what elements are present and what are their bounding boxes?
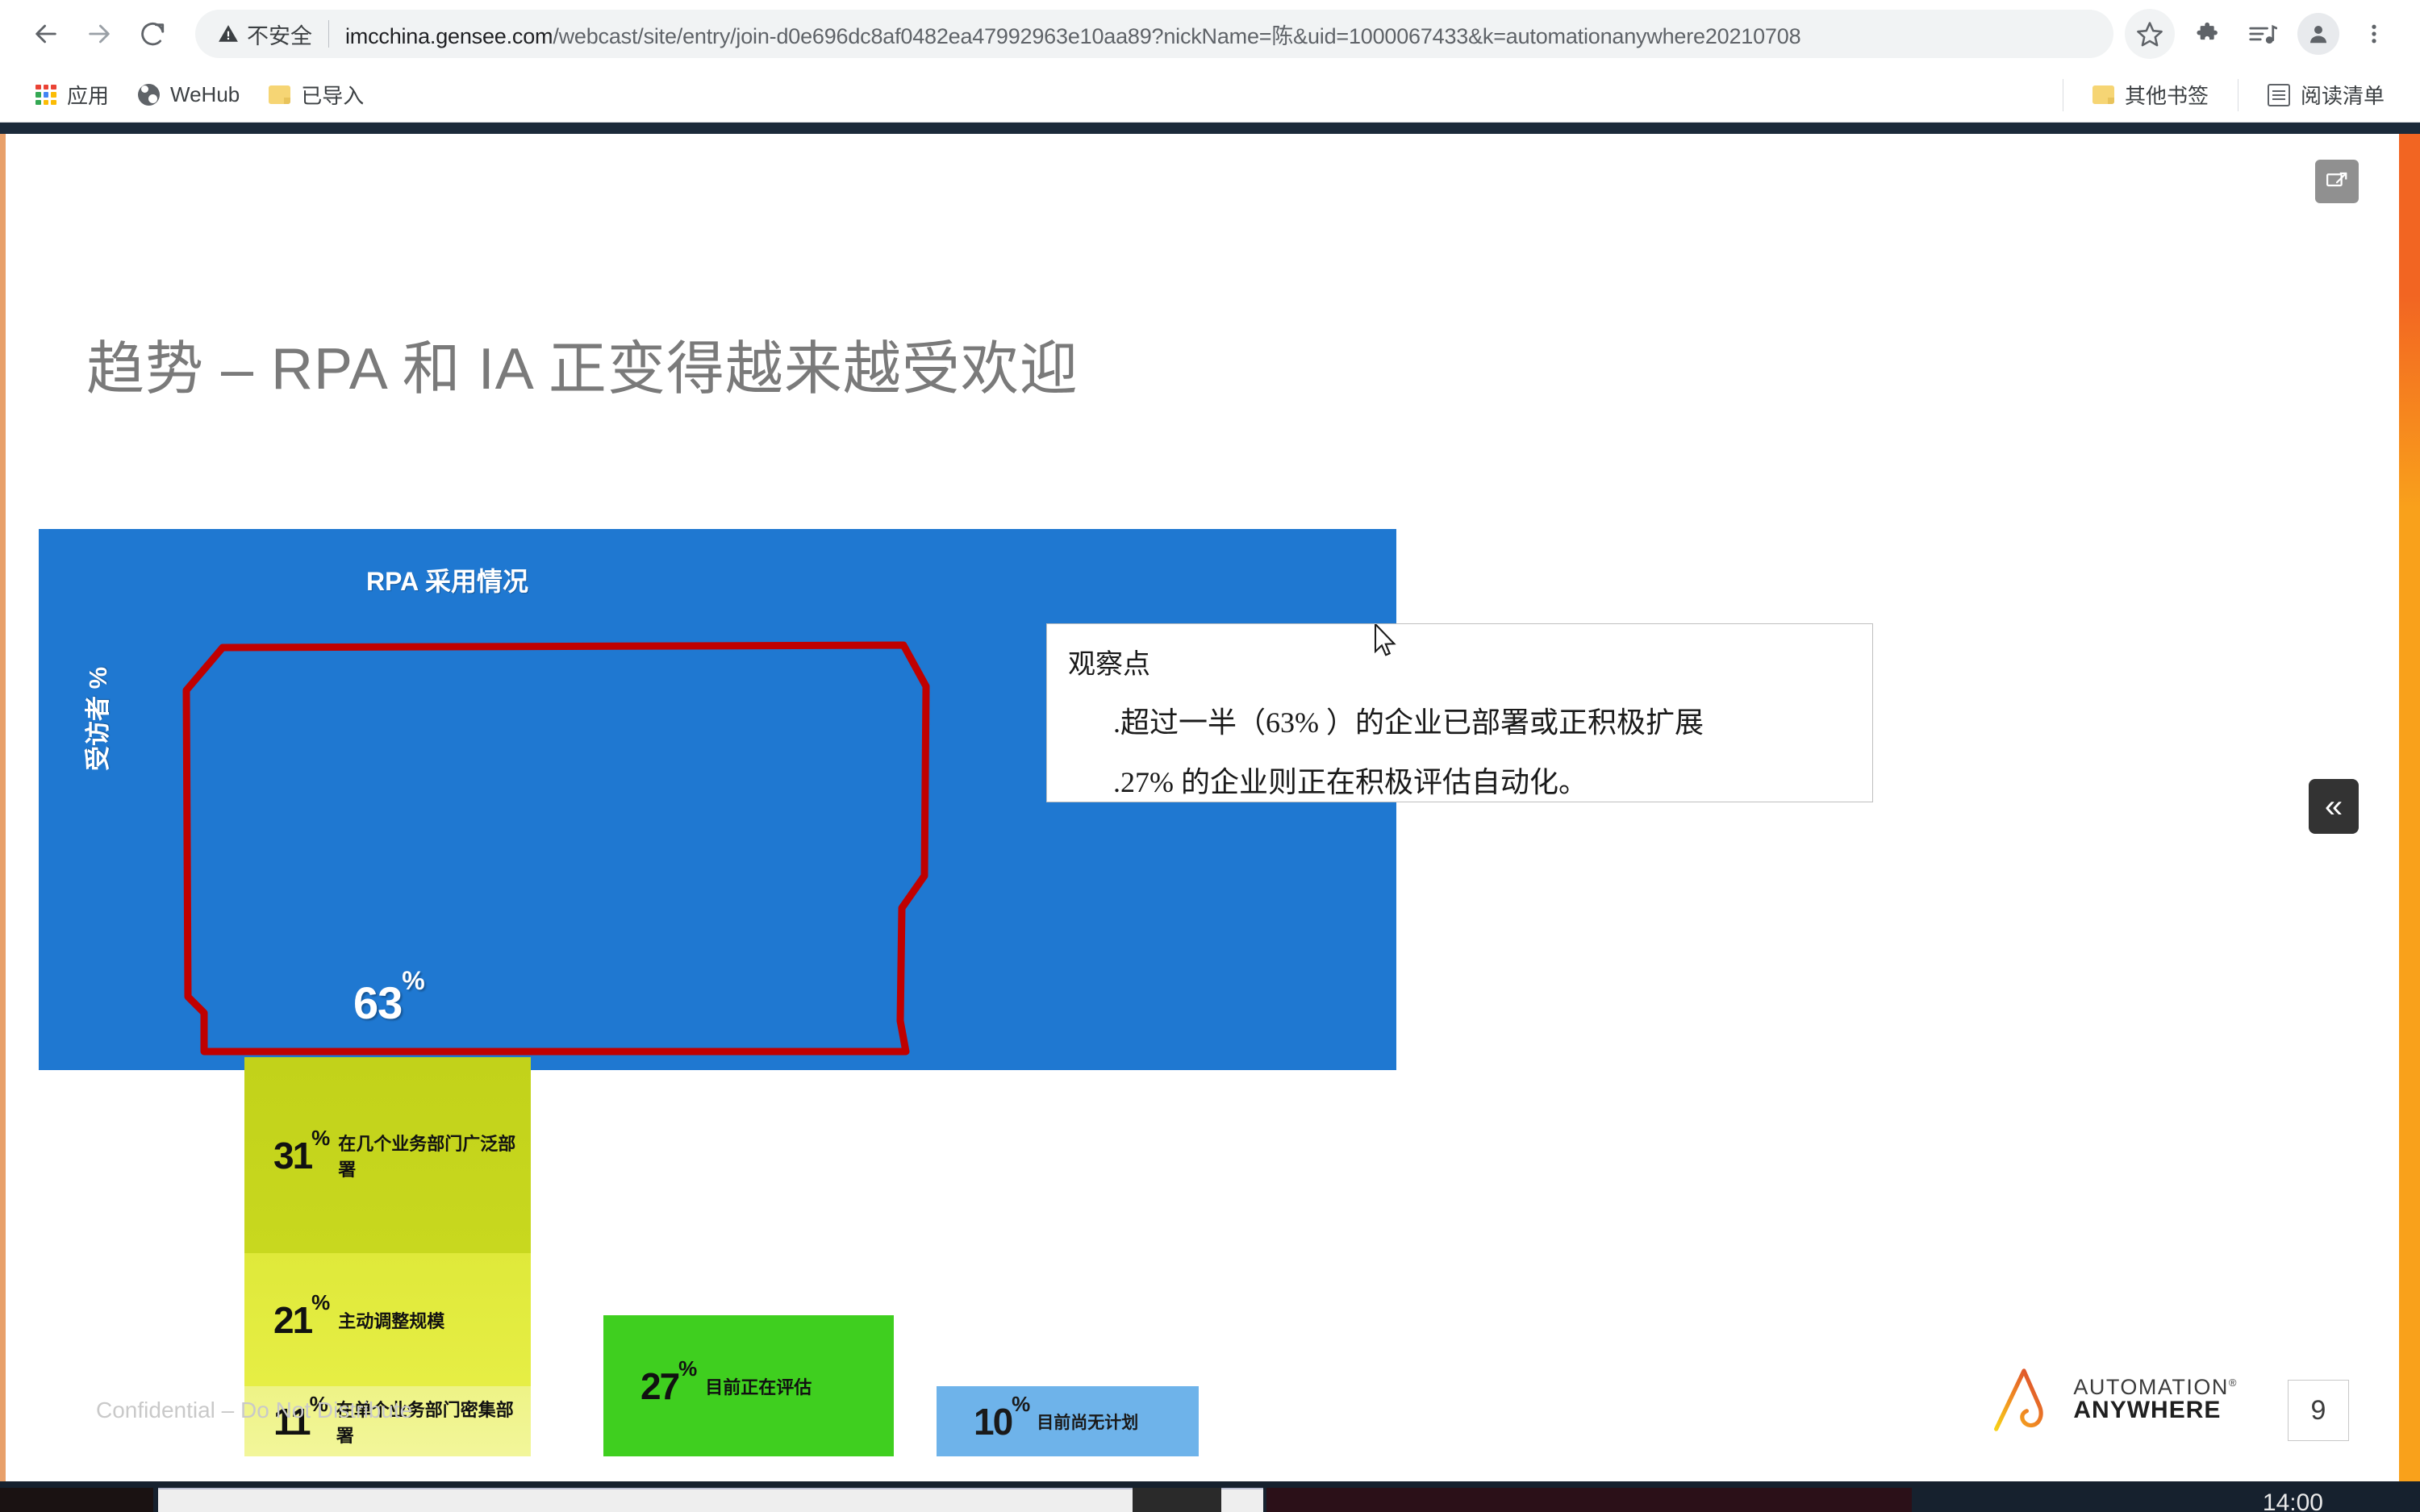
- automation-anywhere-a-logo: [1994, 1368, 2044, 1431]
- slide-page-number: 9: [2288, 1380, 2349, 1441]
- bar-no-plans: 10% 目前尚无计划: [937, 1386, 1199, 1456]
- bookmark-apps[interactable]: 应用: [21, 76, 123, 115]
- chart-y-axis-label: 受访者 %: [84, 666, 112, 771]
- extensions-puzzle-icon[interactable]: [2184, 9, 2234, 59]
- bar-segment-21: 21% 主动调整规模: [244, 1253, 531, 1386]
- apps-grid-icon: [35, 84, 56, 106]
- bar-10-value: 10%: [974, 1392, 1030, 1443]
- other-bookmarks-label: 其他书签: [2124, 84, 2209, 108]
- bookmark-apps-label: 应用: [67, 84, 110, 108]
- viewer-top-strip: [0, 123, 2420, 134]
- more-menu-icon[interactable]: [2349, 9, 2399, 59]
- bookmarks-bar: 应用 WeHub 已导入 其他书签 阅读清单: [0, 68, 2420, 123]
- collapse-glyph: «: [2324, 789, 2343, 824]
- address-bar[interactable]: 不安全 imcchina.gensee.com/webcast/site/ent…: [195, 10, 2113, 58]
- reading-list-icon: [2267, 83, 2290, 106]
- bookmark-star-icon[interactable]: [2125, 9, 2175, 59]
- segment-21-desc: 主动调整规模: [338, 1310, 445, 1331]
- profile-avatar-icon[interactable]: [2297, 13, 2339, 55]
- bookmark-imported-label: 已导入: [301, 84, 365, 108]
- bar-deployed-stack: 31% 在几个业务部门广泛部署 21% 主动调整规模 11% 在单个业务部门密集…: [244, 1057, 531, 1456]
- omnibox-divider: [328, 20, 329, 48]
- segment-31-desc: 在几个业务部门广泛部署: [338, 1133, 516, 1180]
- reading-list-button[interactable]: 阅读清单: [2253, 76, 2399, 115]
- brand-text: AUTOMATION® ANYWHERE: [2073, 1374, 2238, 1424]
- expand-screen-icon[interactable]: [2315, 160, 2359, 203]
- taskbar-window-a: [0, 1488, 153, 1512]
- security-label: 不安全: [247, 23, 312, 48]
- bookmark-other-bookmarks[interactable]: 其他书签: [2078, 76, 2223, 115]
- taskbar-window-d: [1133, 1488, 1221, 1512]
- presentation-slide: 趋势 – RPA 和 IA 正变得越来越受欢迎 RPA 采用情况 受访者 % 6…: [6, 134, 2399, 1481]
- os-taskbar: 14:00: [0, 1481, 2420, 1512]
- url-text: imcchina.gensee.com/webcast/site/entry/j…: [345, 19, 1800, 50]
- folder-icon: [2092, 85, 2114, 104]
- bar-27-desc: 目前正在评估: [705, 1377, 812, 1397]
- taskbar-window-b: [158, 1488, 1263, 1512]
- browser-toolbar: 不安全 imcchina.gensee.com/webcast/site/ent…: [0, 0, 2420, 68]
- bar-10-desc: 目前尚无计划: [1037, 1413, 1139, 1432]
- slide-stage: 趋势 – RPA 和 IA 正变得越来越受欢迎 RPA 采用情况 受访者 % 6…: [6, 134, 2399, 1481]
- bar-segment-31: 31% 在几个业务部门广泛部署: [244, 1057, 531, 1253]
- url-host: imcchina.gensee.com: [345, 23, 553, 48]
- chart-title: RPA 采用情况: [366, 567, 528, 596]
- globe-icon: [138, 84, 161, 106]
- url-path: /webcast/site/entry/join-d0e696dc8af0482…: [553, 23, 1801, 48]
- viewer-left-border: [0, 134, 6, 1512]
- automation-anywhere-logo: AUTOMATION® ANYWHERE: [1989, 1365, 2238, 1435]
- total-value: 63: [353, 977, 403, 1028]
- taskbar-window-c: [1266, 1488, 1912, 1512]
- observation-heading: 观察点: [1068, 650, 1150, 680]
- viewer-right-accent-bar: [2399, 134, 2420, 1481]
- mouse-cursor: [1375, 624, 1396, 656]
- bookmarks-bar-right: 其他书签 阅读清单: [2048, 76, 2399, 115]
- webcast-viewer: 趋势 – RPA 和 IA 正变得越来越受欢迎 RPA 采用情况 受访者 % 6…: [0, 123, 2420, 1512]
- bar-evaluating: 27% 目前正在评估: [603, 1315, 894, 1456]
- forward-button[interactable]: [74, 9, 124, 59]
- confidential-notice: Confidential – Do Not Distribute: [96, 1397, 413, 1422]
- reload-button[interactable]: [127, 9, 177, 59]
- folder-icon: [269, 85, 291, 104]
- browser-window: 不安全 imcchina.gensee.com/webcast/site/ent…: [0, 0, 2420, 1512]
- brand-line-1: AUTOMATION®: [2073, 1374, 2238, 1399]
- segment-21-value: 21%: [273, 1290, 330, 1341]
- observation-line-1: .超过一半（63% ）的企业已部署或正积极扩展: [1113, 706, 1704, 739]
- taskbar-clock: 14:00: [2262, 1489, 2323, 1512]
- observation-line-2: .27% 的企业则正在积极评估自动化。: [1113, 766, 1588, 798]
- total-suffix: %: [402, 966, 424, 996]
- security-indicator[interactable]: 不安全: [218, 19, 312, 50]
- chevron-double-left-icon[interactable]: «: [2309, 779, 2359, 834]
- media-control-icon[interactable]: [2238, 9, 2288, 59]
- back-button[interactable]: [21, 9, 71, 59]
- chart-total-annotation: 63%: [353, 966, 425, 1029]
- bookmark-wehub[interactable]: WeHub: [123, 76, 254, 115]
- bookmark-imported[interactable]: 已导入: [254, 76, 378, 115]
- warning-triangle-icon: [219, 25, 238, 42]
- segment-31-value: 31%: [273, 1126, 330, 1177]
- reading-list-label: 阅读清单: [2300, 84, 2385, 108]
- bar-27-value: 27%: [640, 1356, 697, 1407]
- bookmark-wehub-label: WeHub: [170, 82, 240, 106]
- brand-line-2: ANYWHERE: [2073, 1397, 2222, 1424]
- observation-box: 观察点 .超过一半（63% ）的企业已部署或正积极扩展 .27% 的企业则正在积…: [1046, 623, 1873, 802]
- page-title: 趋势 – RPA 和 IA 正变得越来越受欢迎: [86, 337, 1079, 402]
